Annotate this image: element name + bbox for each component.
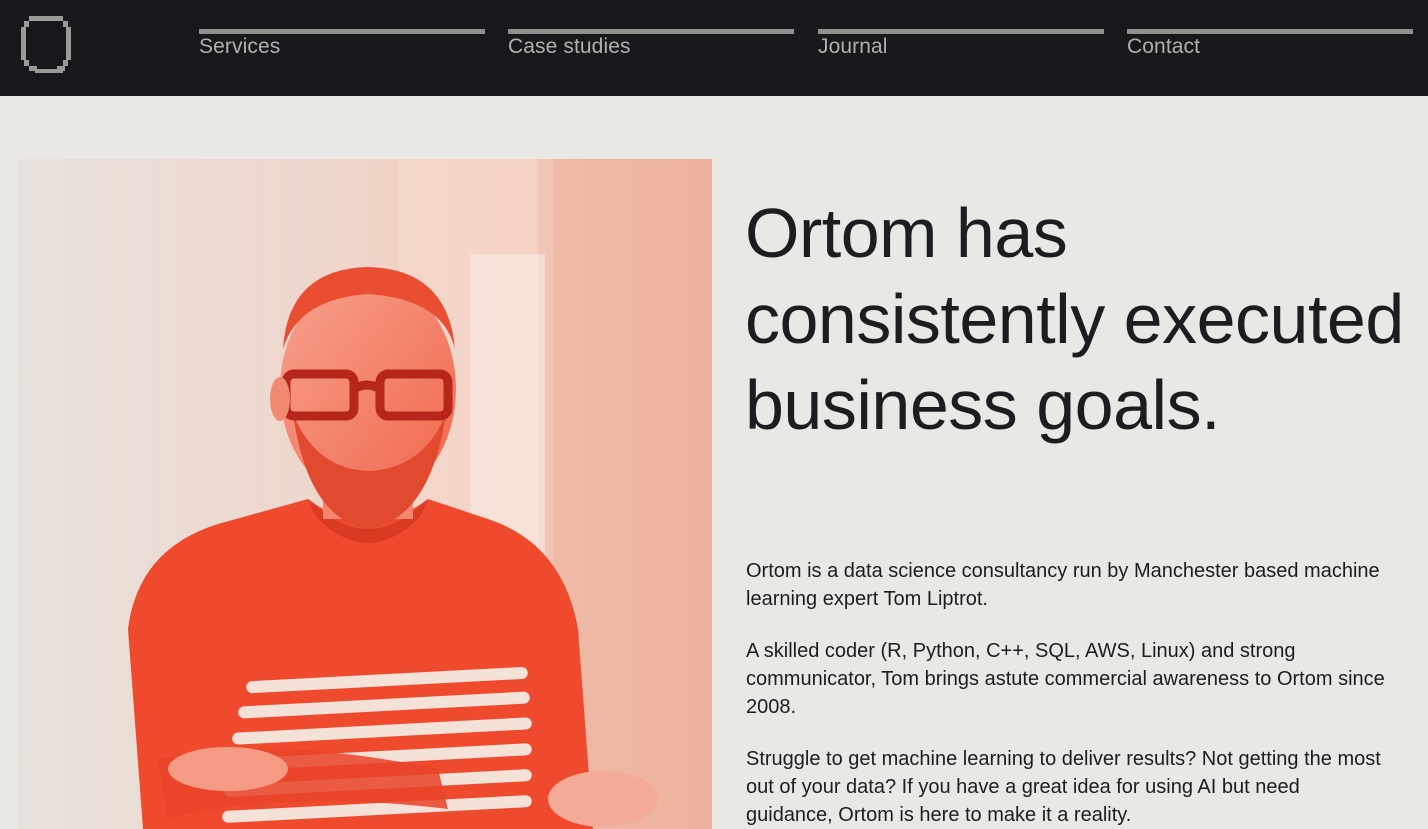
founder-portrait-image [18,159,712,829]
pitch-paragraph: Struggle to get machine learning to deli… [746,748,1381,826]
nav-contact[interactable]: Contact [1127,29,1413,69]
ortom-logo-icon[interactable] [21,16,73,73]
nav-indicator [818,29,1104,34]
nav-services-label: Services [199,35,281,58]
nav-indicator [199,29,485,34]
intro-paragraph: Ortom is a data science consultancy run … [746,560,1380,610]
site-header: Services Case studies Journal Contact [0,0,1428,96]
nav-case-studies[interactable]: Case studies [508,29,794,69]
nav-case-studies-label: Case studies [508,35,631,58]
nav-indicator [508,29,794,34]
nav-journal[interactable]: Journal [818,29,1104,69]
hero-headline: Ortom has consistently executed business… [745,194,1404,444]
nav-services[interactable]: Services [199,29,485,69]
skills-paragraph: A skilled coder (R, Python, C++, SQL, AW… [746,640,1385,718]
nav-journal-label: Journal [818,35,888,58]
nav-contact-label: Contact [1127,35,1201,58]
nav-indicator [1127,29,1413,34]
